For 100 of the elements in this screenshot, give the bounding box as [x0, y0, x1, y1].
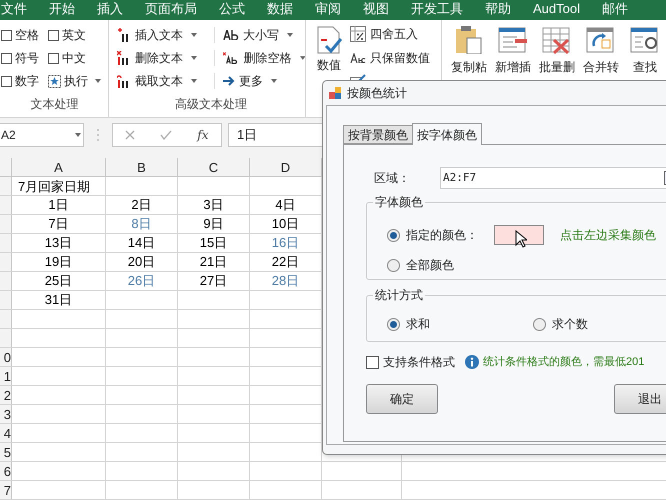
checkbox[interactable]: [366, 356, 379, 368]
caret-icon: [75, 133, 81, 137]
row-header[interactable]: 3: [0, 405, 12, 423]
checkbox[interactable]: [1, 52, 12, 64]
checkbox[interactable]: [48, 30, 59, 40]
table-cell-text: 26日: [128, 272, 156, 290]
ribbon-button[interactable]: 四舍五入: [350, 26, 430, 42]
radio-label: 求和: [406, 316, 430, 333]
arrow-right-icon: [223, 76, 235, 86]
hint-text: 点击左边采集颜色: [560, 227, 656, 244]
row-header[interactable]: 6: [0, 462, 12, 480]
note-text: 统计条件格式的颜色，需最低201: [483, 354, 644, 370]
ribbon-button[interactable]: 截取文本: [117, 73, 215, 89]
letters-icon: [223, 30, 239, 40]
numbers-button[interactable]: 数值: [314, 26, 344, 78]
radio-button[interactable]: [387, 228, 400, 242]
app-icon: [329, 87, 341, 99]
dialog-button[interactable]: 退出: [614, 384, 666, 414]
menu-tab[interactable]: 视图: [363, 2, 389, 14]
row-header[interactable]: [0, 196, 12, 214]
group-title: 字体颜色: [374, 194, 424, 211]
table-cell-text: 1日: [48, 196, 69, 214]
caret-icon: [287, 33, 293, 37]
delete-text-icon: [117, 51, 131, 65]
row-header[interactable]: [0, 234, 12, 252]
dialog-button[interactable]: 确定: [366, 384, 438, 414]
ribbon-button[interactable]: 插入文本: [117, 27, 215, 43]
row-header[interactable]: [0, 215, 12, 233]
run-button[interactable]: 执行: [48, 74, 108, 88]
table-cell-text: 8日: [131, 215, 152, 234]
check-icon[interactable]: [160, 130, 172, 140]
ribbon-button[interactable]: 删除文本: [117, 50, 215, 66]
color-swatch[interactable]: [494, 225, 544, 245]
checkbox-label: 空格: [15, 27, 39, 44]
menu-tab[interactable]: 公式: [219, 2, 245, 14]
name-box[interactable]: A2: [0, 123, 84, 147]
menu-tab[interactable]: 开始: [49, 2, 75, 14]
ribbon-button[interactable]: 更多: [215, 73, 305, 89]
ribbon-button[interactable]: 大小写: [215, 27, 305, 43]
caret-icon: [300, 56, 305, 60]
cancel-icon[interactable]: [125, 130, 136, 140]
menu-tab[interactable]: 审阅: [315, 2, 341, 14]
column-header[interactable]: B: [106, 158, 178, 176]
row-header[interactable]: [0, 253, 12, 271]
table-cell-text: 27日: [200, 272, 228, 290]
table-cell-text: 16日: [272, 234, 300, 252]
caret-icon: [191, 56, 197, 60]
radio-label: 指定的颜色：: [406, 227, 478, 244]
column-header[interactable]: C: [178, 158, 250, 176]
table-cell-text: 2日: [131, 196, 152, 214]
radio-button[interactable]: [533, 318, 546, 330]
insert-row-icon: [498, 26, 528, 54]
letters-icon: [350, 53, 366, 63]
radio-label: 全部颜色: [406, 257, 454, 274]
checkbox[interactable]: [1, 76, 12, 86]
row-header[interactable]: 4: [0, 424, 12, 442]
tab[interactable]: 按字体颜色: [412, 123, 482, 145]
checkbox-label: 数字: [15, 73, 39, 90]
group-title: 统计方式: [374, 287, 424, 304]
range-field[interactable]: A2:F7: [440, 167, 666, 189]
row-header[interactable]: [0, 329, 12, 347]
menu-tab[interactable]: 帮助: [485, 2, 511, 14]
radio-button[interactable]: [387, 318, 400, 330]
ribbon-button[interactable]: 删除空格: [215, 50, 305, 66]
row-header[interactable]: 0: [0, 348, 12, 366]
ribbon-button[interactable]: 只保留数值: [350, 50, 430, 66]
checkbox-label: 支持条件格式: [383, 354, 455, 371]
caret-icon: [191, 33, 197, 37]
insert-function-button[interactable]: fx: [197, 126, 209, 144]
menu-tab[interactable]: 数据: [267, 2, 293, 14]
column-header[interactable]: A: [12, 158, 106, 176]
menu-tab[interactable]: 开发工具: [411, 2, 463, 14]
menu-tab[interactable]: AudTool: [533, 2, 580, 14]
menu-tab[interactable]: 邮件: [602, 2, 628, 14]
checkbox[interactable]: [48, 52, 59, 64]
clipboard-icon: [454, 26, 484, 54]
insert-text-icon: [117, 28, 131, 42]
menu-tab[interactable]: 文件: [1, 2, 27, 14]
table-cell-text: 7日: [48, 215, 69, 234]
row-header[interactable]: 7: [0, 481, 12, 499]
row-header[interactable]: [0, 272, 12, 290]
row-header[interactable]: [0, 291, 12, 309]
radio-label: 求个数: [552, 316, 588, 333]
radio-button[interactable]: [387, 258, 400, 272]
checkbox-label: 英文: [62, 27, 86, 44]
tab[interactable]: 按背景颜色: [343, 125, 412, 144]
document-check-icon: [316, 26, 342, 54]
row-header[interactable]: 1: [0, 367, 12, 385]
row-header[interactable]: 2: [0, 386, 12, 404]
info-icon: [465, 355, 479, 369]
menu-tab[interactable]: 插入: [97, 2, 123, 14]
menu-tab[interactable]: 页面布局: [145, 2, 197, 14]
row-header[interactable]: 5: [0, 443, 12, 461]
star-icon: [48, 74, 61, 88]
row-header[interactable]: [0, 177, 12, 195]
row-header[interactable]: [0, 310, 12, 328]
table-cell-text: 9日: [203, 215, 224, 234]
group-label: 高级文本处理: [174, 96, 248, 113]
checkbox[interactable]: [1, 30, 12, 40]
checkbox-label: 符号: [15, 50, 39, 67]
